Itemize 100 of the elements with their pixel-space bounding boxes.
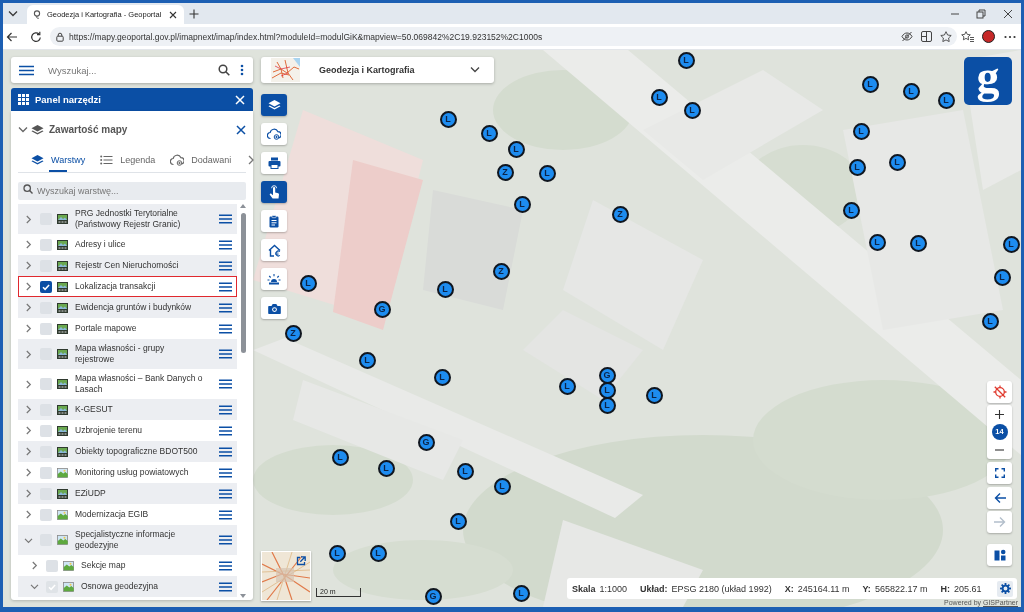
expand-chevron-icon[interactable]: [24, 240, 33, 249]
layer-menu-icon[interactable]: [219, 535, 232, 545]
print-button[interactable]: [261, 152, 287, 174]
layer-name: Obiekty topograficzne BDOT500: [75, 446, 199, 457]
layer-checkbox[interactable]: [40, 424, 52, 437]
expand-chevron-icon[interactable]: [24, 214, 33, 224]
layer-thumbnail-icon: [57, 467, 68, 478]
expand-chevron-icon[interactable]: [24, 379, 33, 389]
reload-icon[interactable]: [30, 30, 42, 43]
close-icon[interactable]: [236, 124, 246, 135]
expand-chevron-icon[interactable]: [24, 510, 33, 519]
layer-menu-icon[interactable]: [219, 260, 232, 271]
tab-list-icon[interactable]: [8, 8, 18, 19]
expand-chevron-icon[interactable]: [18, 124, 28, 135]
layer-menu-icon[interactable]: [219, 323, 232, 334]
layer-menu-icon[interactable]: [219, 239, 232, 250]
star-icon[interactable]: [940, 31, 952, 42]
scroll-down-arrow-icon[interactable]: [240, 594, 246, 598]
layer-menu-icon[interactable]: [219, 560, 232, 571]
search-field[interactable]: Wyszukaj...: [48, 62, 218, 78]
camera-button[interactable]: [261, 297, 287, 319]
fullscreen-button[interactable]: [987, 462, 1012, 484]
expand-chevron-icon[interactable]: [24, 261, 33, 270]
expand-chevron-icon[interactable]: [24, 324, 33, 333]
expand-chevron-icon[interactable]: [24, 447, 33, 456]
layer-menu-icon[interactable]: [219, 214, 232, 224]
back-arrow-icon[interactable]: [6, 30, 18, 43]
layer-menu-icon[interactable]: [219, 379, 232, 389]
layer-checkbox[interactable]: [40, 280, 52, 293]
panel-tab[interactable]: Legenda: [100, 148, 158, 172]
touch-button[interactable]: [261, 181, 287, 203]
back-button[interactable]: [987, 487, 1012, 509]
expand-chevron-icon[interactable]: [24, 426, 33, 435]
layer-name: Monitoring usług powiatowych: [75, 467, 190, 478]
layer-thumbnail-icon: [57, 535, 68, 545]
avatar-icon[interactable]: [982, 30, 995, 43]
address-field[interactable]: https://mapy.geoportal.gov.pl/imapnext/imap/index.html?moduleId=modulGiK&mapview=50.069842%2C19.923152%2C1000s: [50, 27, 957, 46]
layer-search-field[interactable]: Wyszukaj warstwę...: [18, 182, 246, 200]
status-value: EPSG 2180 (układ 1992): [671, 583, 772, 594]
expand-chevron-icon[interactable]: [24, 535, 33, 545]
layer-thumbnail-icon: [57, 349, 68, 359]
layers-button[interactable]: [261, 94, 287, 116]
restore-icon[interactable]: [976, 8, 986, 19]
scrollbar-thumb[interactable]: [240, 213, 246, 353]
layer-checkbox[interactable]: [40, 238, 52, 251]
search-icon[interactable]: [218, 64, 230, 76]
layer-menu-icon[interactable]: [219, 404, 232, 415]
cloud-button[interactable]: [261, 123, 287, 145]
layer-menu-icon[interactable]: [219, 446, 232, 457]
layer-menu-icon[interactable]: [219, 509, 232, 520]
menu-icon[interactable]: [19, 64, 34, 76]
chevron-down-icon: [470, 65, 480, 75]
status-value: 245164.11 m: [797, 583, 850, 594]
split-screen-icon[interactable]: [921, 31, 932, 42]
close-icon[interactable]: [169, 10, 178, 19]
expand-chevron-icon[interactable]: [24, 468, 33, 477]
status-label: Y:: [862, 583, 871, 594]
layer-menu-icon[interactable]: [219, 349, 232, 359]
layer-thumbnail-icon: [57, 214, 68, 224]
panel-tab[interactable]: Dodawani: [170, 148, 234, 172]
close-icon[interactable]: [1003, 8, 1013, 19]
expand-chevron-icon[interactable]: [24, 282, 33, 291]
layer-menu-icon[interactable]: [219, 281, 232, 292]
status-label: H:: [940, 583, 950, 594]
status-value: 1:1000: [599, 583, 628, 594]
layer-menu-icon[interactable]: [219, 425, 232, 436]
module-dropdown[interactable]: Geodezja i Kartografia: [261, 57, 494, 83]
external-link-icon[interactable]: [296, 556, 306, 566]
location-off-button[interactable]: [987, 381, 1012, 403]
expand-chevron-icon[interactable]: [30, 561, 39, 570]
layer-checkbox[interactable]: [46, 559, 58, 572]
settings-icon: [999, 583, 1011, 594]
settings-button[interactable]: [997, 580, 1013, 597]
expand-chevron-icon[interactable]: [24, 349, 33, 359]
search-bar[interactable]: Wyszukaj...: [11, 57, 253, 83]
expand-chevron-icon[interactable]: [24, 489, 33, 498]
minimap[interactable]: [261, 551, 311, 601]
clipboard-button[interactable]: [261, 210, 287, 232]
more-vertical-icon[interactable]: [240, 64, 244, 76]
layer-menu-icon[interactable]: [219, 488, 232, 499]
new-tab-icon[interactable]: [189, 8, 200, 19]
layer-checkbox[interactable]: [40, 466, 52, 479]
more-icon[interactable]: [1004, 34, 1016, 39]
expand-chevron-icon[interactable]: [24, 405, 33, 414]
layer-thumbnail-icon: [57, 404, 68, 415]
layer-name: Modernizacja EGIB: [75, 509, 150, 520]
layer-menu-icon[interactable]: [219, 467, 232, 478]
layer-menu-icon[interactable]: [219, 302, 232, 313]
alarm-light-button[interactable]: [261, 268, 287, 290]
house-button[interactable]: [261, 239, 287, 261]
basemap-button[interactable]: [987, 544, 1012, 566]
expand-chevron-icon[interactable]: [24, 303, 33, 312]
eye-slash-icon[interactable]: [901, 31, 913, 42]
layer-checkbox[interactable]: [40, 322, 52, 335]
layer-name: Adresy i ulice: [75, 239, 127, 250]
favorites-icon[interactable]: [961, 31, 974, 42]
scroll-up-arrow-icon[interactable]: [240, 204, 246, 208]
layer-checkbox[interactable]: [40, 378, 52, 390]
layer-checkbox[interactable]: [40, 508, 52, 521]
layer-thumbnail-icon: [57, 260, 68, 271]
